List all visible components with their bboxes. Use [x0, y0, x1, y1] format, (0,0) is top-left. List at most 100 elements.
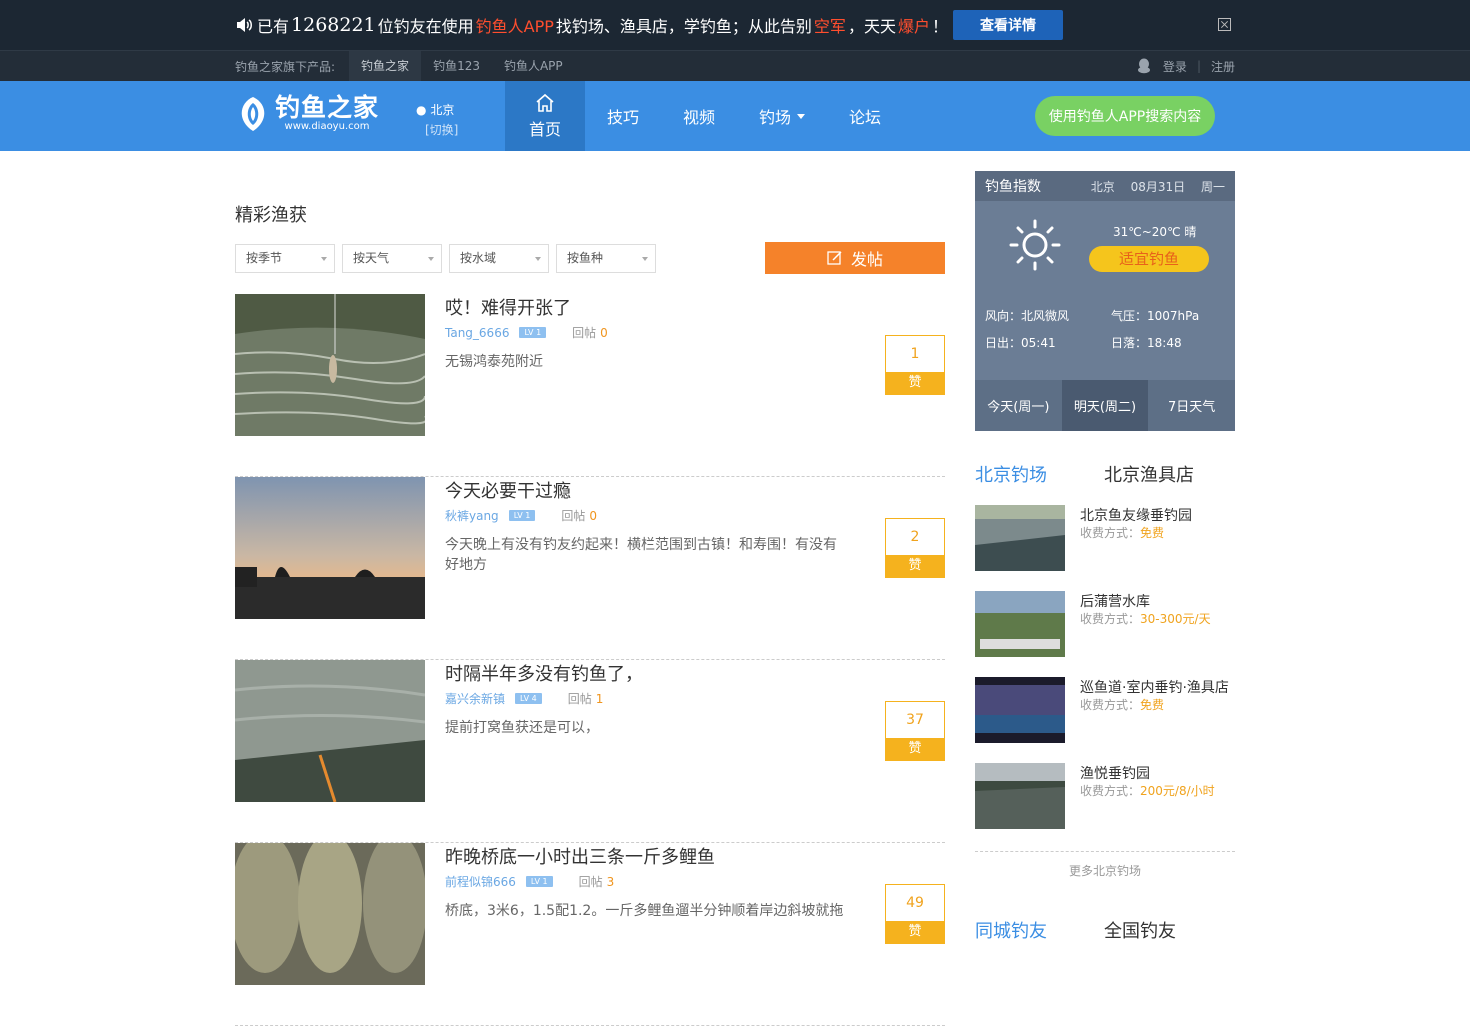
nav-item-forum[interactable]: 论坛 — [827, 81, 903, 151]
spot-name[interactable]: 北京鱼友缘垂钓园 — [1080, 505, 1192, 525]
post-author[interactable]: 秋裤yang — [445, 507, 499, 524]
sidebar: 钓鱼指数 北京 08月31日 周一 31℃~20℃ 晴 适宜钓鱼 风向：北风微风… — [975, 171, 1236, 943]
post-thumbnail[interactable] — [235, 843, 425, 985]
caret-down-icon — [797, 113, 806, 119]
post-title[interactable]: 今天必要干过瘾 — [445, 477, 571, 503]
logo-url: www.diaoyu.com — [284, 121, 370, 132]
city-selector[interactable]: ● 北京 [切换] — [416, 101, 458, 138]
filter-bar: 按季节 按天气 按水域 按鱼种 — [235, 244, 663, 273]
post-thumbnail[interactable] — [235, 294, 425, 436]
qq-icon[interactable] — [1137, 58, 1151, 74]
post-title[interactable]: 哎！难得开张了 — [445, 294, 571, 320]
widget-title: 钓鱼指数 — [985, 179, 1041, 195]
post-title[interactable]: 时隔半年多没有钓鱼了， — [445, 660, 643, 686]
city-switch-link[interactable]: [切换] — [425, 121, 458, 138]
product-link-app[interactable]: 钓鱼人APP — [492, 51, 575, 81]
nav-item-videos[interactable]: 视频 — [661, 81, 737, 151]
filter-species-select[interactable]: 按鱼种 — [556, 244, 656, 273]
like-button[interactable]: 1 赞 — [885, 335, 945, 395]
nav-item-spots[interactable]: 钓场 — [737, 81, 827, 151]
tab-tomorrow[interactable]: 明天(周二) — [1061, 380, 1149, 431]
post-thumbnail[interactable] — [235, 477, 425, 619]
spot-item[interactable]: 后蒲营水库 收费方式：30-300元/天 — [975, 591, 1235, 677]
spot-thumbnail[interactable] — [975, 591, 1065, 657]
post-meta: 嘉兴余新镇 LV 4 回帖 1 — [445, 690, 603, 707]
register-link[interactable]: 注册 — [1211, 58, 1235, 75]
app-search-button[interactable]: 使用钓鱼人APP搜索内容 — [1035, 96, 1215, 136]
nav-item-label: 首页 — [528, 120, 561, 139]
site-logo[interactable]: 钓鱼之家 www.diaoyu.com — [235, 95, 379, 133]
edit-icon — [827, 251, 842, 265]
spot-thumbnail[interactable] — [975, 677, 1065, 743]
spot-fee: 收费方式：30-300元/天 — [1080, 610, 1211, 627]
close-icon[interactable] — [1218, 18, 1231, 31]
widget-date: 北京 08月31日 周一 — [1079, 178, 1225, 195]
widget-header: 钓鱼指数 北京 08月31日 周一 — [975, 171, 1235, 201]
like-button[interactable]: 37 赞 — [885, 701, 945, 761]
post-list: 哎！难得开张了 Tang_6666 LV 1 回帖 0 无锡鸿泰苑附近 1 赞 — [235, 294, 945, 1026]
level-badge: LV 4 — [515, 693, 542, 704]
product-bar-label: 钓鱼之家旗下产品: — [235, 59, 336, 74]
spot-item[interactable]: 渔悦垂钓园 收费方式：200元/8/小时 — [975, 763, 1235, 849]
like-button[interactable]: 49 赞 — [885, 884, 945, 944]
fee-value: 200元/8/小时 — [1140, 784, 1215, 798]
spot-item[interactable]: 北京鱼友缘垂钓园 收费方式：免费 — [975, 505, 1235, 591]
post-item[interactable]: 时隔半年多没有钓鱼了， 嘉兴余新镇 LV 4 回帖 1 提前打窝鱼获还是可以， … — [235, 660, 945, 843]
spot-name[interactable]: 后蒲营水库 — [1080, 591, 1150, 611]
like-label: 赞 — [886, 921, 944, 943]
reply-count: 0 — [589, 508, 598, 523]
reply-label: 回帖 — [572, 326, 597, 340]
post-item[interactable]: 哎！难得开张了 Tang_6666 LV 1 回帖 0 无锡鸿泰苑附近 1 赞 — [235, 294, 945, 477]
more-spots-link[interactable]: 更多北京钓场 — [975, 851, 1235, 879]
tab-today[interactable]: 今天(周一) — [975, 380, 1062, 431]
spot-name[interactable]: 渔悦垂钓园 — [1080, 763, 1150, 783]
reply-label: 回帖 — [567, 692, 592, 706]
fishing-index-widget: 钓鱼指数 北京 08月31日 周一 31℃~20℃ 晴 适宜钓鱼 风向：北风微风… — [975, 171, 1236, 431]
filter-water-select[interactable]: 按水域 — [449, 244, 549, 273]
post-author[interactable]: 嘉兴余新镇 — [445, 690, 505, 707]
filter-weather-select[interactable]: 按天气 — [342, 244, 442, 273]
post-author[interactable]: Tang_6666 — [445, 326, 509, 340]
fish-logo-icon — [241, 97, 265, 131]
tab-national-anglers[interactable]: 全国钓友 — [1104, 917, 1176, 943]
login-link[interactable]: 登录 — [1163, 58, 1187, 75]
tab-local-spots[interactable]: 北京钓场 — [975, 461, 1047, 487]
tab-local-tackle-shops[interactable]: 北京渔具店 — [1104, 461, 1194, 487]
product-link-123[interactable]: 钓鱼123 — [421, 51, 492, 81]
fishing-suitability-badge: 适宜钓鱼 — [1089, 246, 1209, 272]
nav-item-home[interactable]: 首页 — [505, 81, 585, 151]
spot-thumbnail[interactable] — [975, 505, 1065, 571]
post-author[interactable]: 前程似锦666 — [445, 873, 516, 890]
post-description: 无锡鸿泰苑附近 — [445, 354, 543, 370]
new-post-button[interactable]: 发帖 — [765, 242, 945, 274]
temperature: 31℃~20℃ 晴 — [1113, 225, 1197, 239]
tab-7-day[interactable]: 7日天气 — [1148, 380, 1236, 431]
spot-name[interactable]: 巡鱼道·室内垂钓·渔具店 — [1080, 677, 1229, 697]
tab-local-anglers[interactable]: 同城钓友 — [975, 917, 1047, 943]
like-count: 37 — [906, 712, 924, 728]
post-thumbnail[interactable] — [235, 660, 425, 802]
level-badge: LV 1 — [519, 327, 547, 338]
nav-menu: 首页 技巧 视频 钓场 论坛 — [505, 81, 903, 151]
weather-date: 08月31日 — [1130, 179, 1186, 194]
post-item[interactable]: 今天必要干过瘾 秋裤yang LV 1 回帖 0 今天晚上有没有钓友约起来！横栏… — [235, 477, 945, 660]
city-name: 北京 — [430, 103, 455, 117]
reply-count: 3 — [606, 874, 615, 889]
weather-tabs: 今天(周一) 明天(周二) 7日天气 — [975, 380, 1236, 431]
post-item[interactable]: 昨晚桥底一小时出三条一斤多鲤鱼 前程似锦666 LV 1 回帖 3 桥底，3米6… — [235, 843, 945, 1026]
speaker-icon — [237, 18, 252, 32]
spot-fee: 收费方式：免费 — [1080, 524, 1164, 541]
like-button[interactable]: 2 赞 — [885, 518, 945, 578]
like-count: 2 — [910, 529, 920, 545]
spot-item[interactable]: 巡鱼道·室内垂钓·渔具店 收费方式：免费 — [975, 677, 1235, 763]
like-count: 1 — [910, 346, 920, 362]
product-link-diaoyu[interactable]: 钓鱼之家 — [349, 51, 422, 81]
view-details-button[interactable]: 查看详情 — [953, 10, 1063, 40]
filter-season-select[interactable]: 按季节 — [235, 244, 335, 273]
sunrise: 日出：05:41 — [985, 336, 1056, 350]
post-title[interactable]: 昨晚桥底一小时出三条一斤多鲤鱼 — [445, 843, 715, 869]
like-label: 赞 — [886, 738, 944, 760]
fee-label: 收费方式： — [1080, 698, 1141, 712]
spot-thumbnail[interactable] — [975, 763, 1065, 829]
nav-item-tips[interactable]: 技巧 — [585, 81, 661, 151]
